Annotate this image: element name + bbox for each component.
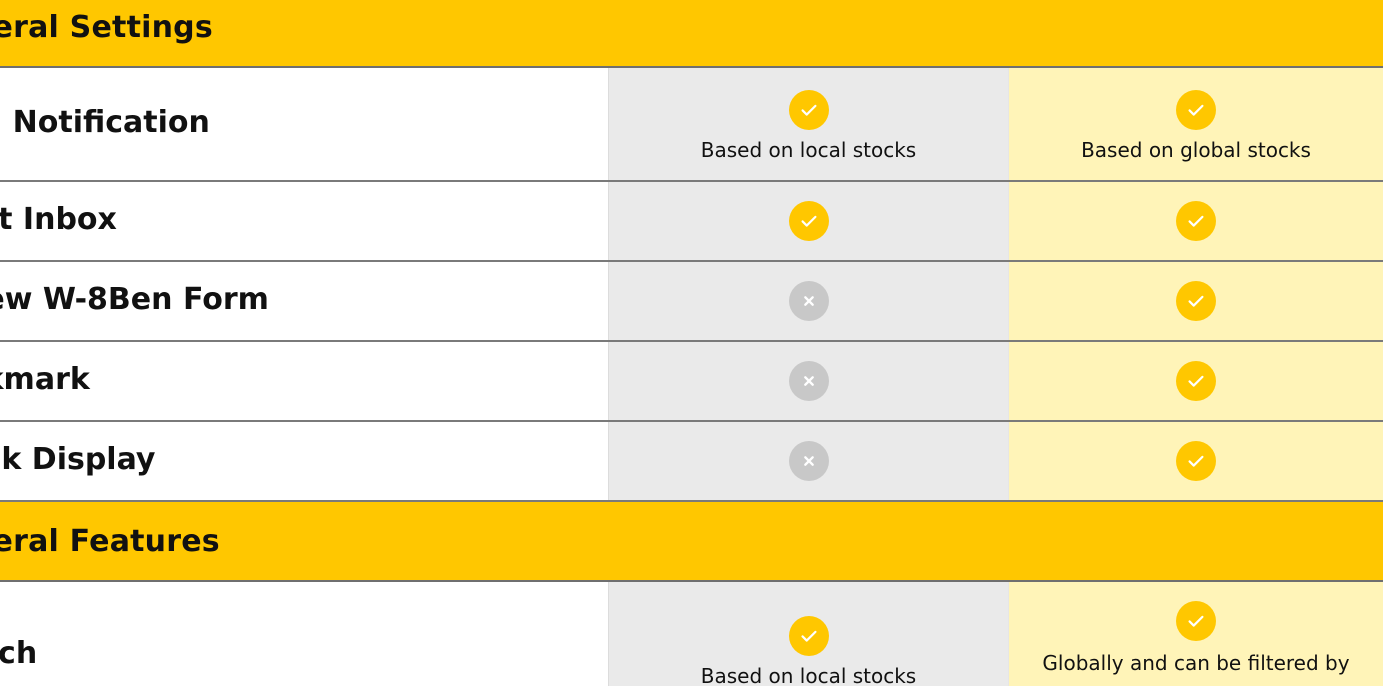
global-cell: Globally and can be filtered by <box>1008 582 1383 686</box>
check-icon <box>788 90 829 130</box>
local-cell: Based on local stocks <box>608 68 1008 180</box>
cross-icon <box>788 281 829 321</box>
row-label-cell: sh Notification <box>0 68 608 180</box>
check-icon <box>1176 441 1216 481</box>
local-note: Based on local stocks <box>700 664 917 686</box>
row-label: ert Inbox <box>0 202 117 237</box>
table-row-renew-w8ben: new W-8Ben Form <box>0 262 1383 342</box>
local-cell: Based on local stocks <box>608 582 1008 686</box>
check-icon <box>788 616 829 656</box>
row-label: sh Notification <box>0 105 210 140</box>
check-icon <box>788 201 829 241</box>
section-title: neral Features <box>0 524 220 559</box>
section-header-general-settings: neral Settings <box>0 0 1383 68</box>
global-cell <box>1008 422 1383 500</box>
section-header-general-features: neral Features <box>0 502 1383 582</box>
row-label: ock Display <box>0 442 156 477</box>
section-title: neral Settings <box>0 10 213 45</box>
check-icon <box>1176 601 1216 641</box>
check-icon <box>1176 90 1216 130</box>
global-cell <box>1008 342 1383 420</box>
cross-icon <box>788 361 829 401</box>
global-cell: Based on global stocks <box>1008 68 1383 180</box>
row-label-cell: new W-8Ben Form <box>0 262 608 340</box>
table-row-bookmark: okmark <box>0 342 1383 422</box>
row-label-cell: ock Display <box>0 422 608 500</box>
table-row-search: arch Based on local stocks Globally and … <box>0 582 1383 686</box>
cross-icon <box>788 441 829 481</box>
local-cell <box>608 342 1008 420</box>
row-label-cell: okmark <box>0 342 608 420</box>
table-row-stock-display: ock Display <box>0 422 1383 502</box>
local-cell <box>608 422 1008 500</box>
check-icon <box>1176 281 1216 321</box>
local-cell <box>608 262 1008 340</box>
check-icon <box>1176 201 1216 241</box>
row-label: new W-8Ben Form <box>0 282 269 317</box>
check-icon <box>1176 361 1216 401</box>
row-label-cell: ert Inbox <box>0 182 608 260</box>
global-cell <box>1008 182 1383 260</box>
global-cell <box>1008 262 1383 340</box>
table-row-push-notification: sh Notification Based on local stocks Ba… <box>0 68 1383 182</box>
global-note: Globally and can be filtered by <box>1042 651 1350 675</box>
local-cell <box>608 182 1008 260</box>
comparison-table: neral Settings sh Notification Based on … <box>0 0 1383 686</box>
global-note: Based on global stocks <box>1081 138 1311 162</box>
row-label-cell: arch <box>0 582 608 686</box>
row-label: arch <box>0 636 38 671</box>
local-note: Based on local stocks <box>700 138 917 162</box>
row-label: okmark <box>0 362 90 397</box>
table-row-alert-inbox: ert Inbox <box>0 182 1383 262</box>
